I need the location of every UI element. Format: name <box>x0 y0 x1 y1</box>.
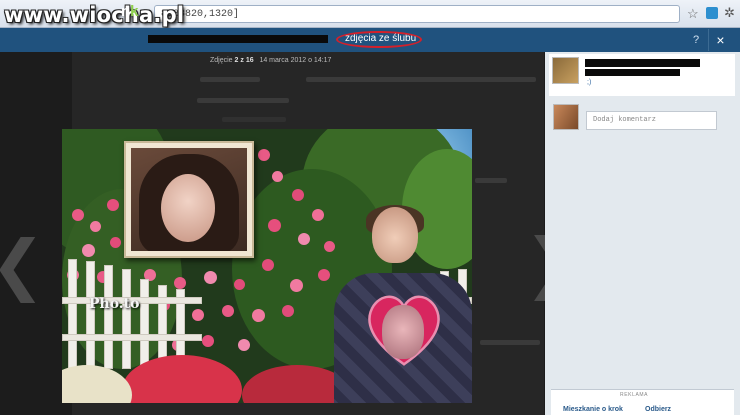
rose <box>202 335 214 347</box>
rose <box>258 149 270 161</box>
rose <box>298 233 310 245</box>
ad-label: REKLAMA <box>620 392 649 398</box>
rose <box>272 171 283 182</box>
fence-picket <box>104 265 113 369</box>
extension-icon[interactable] <box>706 7 718 19</box>
dimmed-text-row <box>197 98 289 103</box>
fence-picket <box>68 259 77 369</box>
rose <box>82 244 95 257</box>
site-watermark: www.wiocha.pl <box>4 3 185 27</box>
fence-picket <box>86 261 95 369</box>
screenshot: 8888820,1320] ☆ ✲ www.wiocha.pl nk zdjęc… <box>0 0 740 415</box>
dimmed-text-row <box>475 178 507 183</box>
rose <box>282 305 294 317</box>
portrait-face <box>161 174 215 242</box>
heart-portrait <box>382 305 424 359</box>
fence-picket <box>140 279 149 369</box>
dimmed-text-row <box>222 117 286 122</box>
rose <box>238 339 250 351</box>
rose <box>312 209 324 221</box>
help-button[interactable]: ? <box>686 30 706 50</box>
rose <box>234 279 245 290</box>
rose <box>268 219 281 232</box>
rose <box>192 309 204 321</box>
rose <box>174 277 186 289</box>
flower-bed <box>62 365 132 403</box>
photo-meta-prefix: Zdjęcie <box>210 57 233 64</box>
highlight-circle <box>336 31 422 48</box>
rose <box>204 271 217 284</box>
wrench-icon[interactable]: ✲ <box>724 5 735 21</box>
dimmed-text-row <box>480 340 540 345</box>
boy-head <box>372 207 418 263</box>
commenter-thumbnail[interactable] <box>552 57 579 84</box>
rose <box>292 189 304 201</box>
dimmed-text-row <box>200 77 260 82</box>
logo-k: k <box>130 3 139 20</box>
rose <box>110 237 121 248</box>
photo-brand-text: Pho.to <box>89 296 140 312</box>
framed-portrait <box>124 141 254 258</box>
main-photo: Pho.to <box>62 129 472 403</box>
ad-link-apartment[interactable]: Mieszkanie o krok <box>563 406 623 413</box>
logo-n: n <box>121 3 131 20</box>
ad-link-receive[interactable]: Odbierz <box>645 406 671 413</box>
rose <box>222 305 234 317</box>
rose <box>252 309 265 322</box>
rose <box>72 209 84 221</box>
photo-meta: Zdjęcie 2 z 16 14 marca 2012 o 14:17 <box>210 57 331 64</box>
bookmark-star-icon[interactable]: ☆ <box>687 6 699 22</box>
rose <box>290 279 303 292</box>
redacted-comment-line <box>585 69 680 76</box>
user-avatar <box>553 104 579 130</box>
photo-position: 2 z 16 <box>234 57 254 64</box>
portrait-photo <box>131 148 247 251</box>
dimmed-text-row <box>306 77 536 82</box>
rose <box>318 269 330 281</box>
previous-photo-arrow[interactable]: ❮ <box>0 232 45 298</box>
comment-emoticon: ;) <box>587 79 592 86</box>
address-bar[interactable]: 8888820,1320] <box>154 5 680 23</box>
add-comment-input[interactable]: Dodaj komentarz <box>586 111 717 130</box>
fence-rail <box>62 334 202 341</box>
fence-picket <box>122 269 131 369</box>
redacted-comment-line <box>585 59 700 67</box>
nk-logo[interactable]: nk <box>121 3 139 20</box>
rose <box>107 199 119 211</box>
close-button[interactable]: × <box>708 29 732 51</box>
redacted-username <box>148 35 328 43</box>
rose <box>90 221 101 232</box>
rose <box>262 259 274 271</box>
photo-date: 14 marca 2012 o 14:17 <box>259 57 332 64</box>
